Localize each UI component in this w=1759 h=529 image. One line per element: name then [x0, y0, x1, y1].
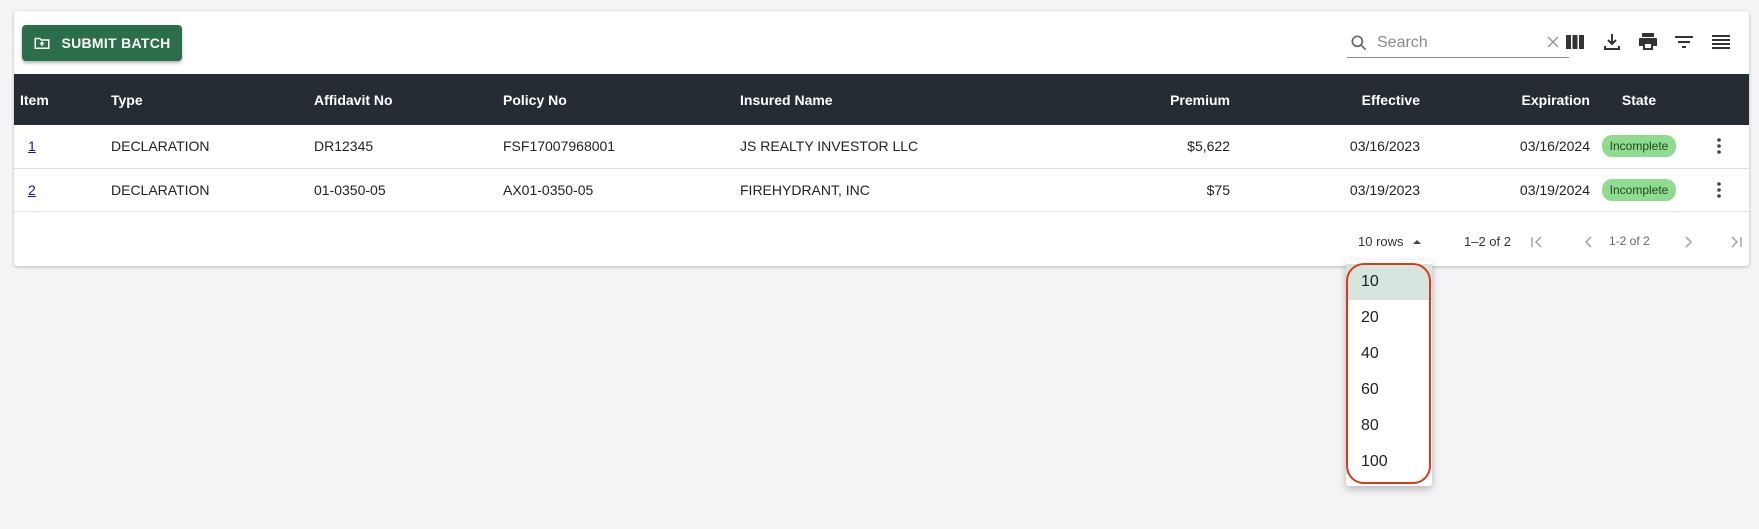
search-input[interactable]: [1377, 33, 1527, 52]
cell-affidavit: DR12345: [314, 138, 374, 155]
rows-option-80[interactable]: 80: [1346, 408, 1432, 444]
column-header-policy[interactable]: Policy No: [503, 74, 740, 125]
item-link[interactable]: 2: [28, 182, 36, 198]
rows-per-page-select[interactable]: 10 rows: [1358, 234, 1422, 249]
pagination-range: 1–2 of 2: [1464, 234, 1511, 249]
cell-policy: FSF17007968001: [503, 138, 616, 155]
filter-icon[interactable]: [1672, 30, 1696, 54]
pagination-range-secondary: 1-2 of 2: [1609, 234, 1650, 248]
column-header-state[interactable]: State: [1590, 74, 1688, 125]
grid-toolbar: SUBMIT BATCH: [14, 11, 1749, 74]
print-icon[interactable]: [1636, 30, 1660, 54]
cell-insured: FIREHYDRANT, INC: [740, 181, 870, 198]
table-row: 1 DECLARATION DR12345 FSF17007968001 JS …: [14, 125, 1749, 168]
arrow-up-icon: [1412, 239, 1421, 244]
cell-expiration: 03/19/2024: [1519, 181, 1590, 198]
status-badge: Incomplete: [1601, 178, 1677, 201]
status-badge: Incomplete: [1601, 135, 1677, 158]
column-header-affidavit[interactable]: Affidavit No: [314, 74, 503, 125]
cell-effective: 03/16/2023: [1349, 138, 1420, 155]
search-icon: [1351, 35, 1367, 50]
rows-option-20[interactable]: 20: [1346, 300, 1432, 336]
table-header-row: Item Type Affidavit No Policy No Insured…: [14, 74, 1749, 125]
first-page-icon[interactable]: [1527, 232, 1547, 252]
data-grid-card: SUBMIT BATCH Search Item Type Affidavit …: [14, 11, 1749, 266]
batch-table: Item Type Affidavit No Policy No Insured…: [14, 74, 1749, 212]
more-vert-icon[interactable]: [1709, 136, 1729, 156]
rows-option-60[interactable]: 60: [1346, 372, 1432, 408]
cell-premium: $75: [1206, 181, 1230, 198]
column-header-item[interactable]: Item: [14, 74, 111, 125]
previous-page-icon[interactable]: [1579, 232, 1599, 252]
column-header-insured[interactable]: Insured Name: [740, 74, 980, 125]
column-header-actions: [1688, 74, 1749, 125]
item-link[interactable]: 1: [28, 138, 36, 154]
rows-option-40[interactable]: 40: [1346, 336, 1432, 372]
column-header-type[interactable]: Type: [111, 74, 314, 125]
menu-icon[interactable]: [1709, 30, 1733, 54]
clear-icon[interactable]: [1545, 34, 1561, 50]
column-header-premium[interactable]: Premium: [980, 74, 1230, 125]
download-icon[interactable]: [1600, 30, 1624, 54]
rows-per-page-menu: 10 20 40 60 80 100: [1346, 260, 1432, 486]
cell-policy: AX01-0350-05: [503, 181, 594, 198]
search-field[interactable]: [1347, 28, 1569, 58]
next-page-icon[interactable]: [1678, 232, 1698, 252]
column-header-expiration[interactable]: Expiration: [1420, 74, 1590, 125]
cell-affidavit: 01-0350-05: [314, 181, 386, 198]
more-vert-icon[interactable]: [1709, 180, 1729, 200]
column-header-effective[interactable]: Effective: [1230, 74, 1420, 125]
cell-premium: $5,622: [1187, 138, 1230, 155]
cell-type: DECLARATION: [111, 181, 210, 198]
cell-expiration: 03/16/2024: [1519, 138, 1590, 155]
cell-effective: 03/19/2023: [1349, 181, 1420, 198]
cell-type: DECLARATION: [111, 138, 210, 155]
cell-insured: JS REALTY INVESTOR LLC: [740, 138, 919, 155]
table-row: 2 DECLARATION 01-0350-05 AX01-0350-05 FI…: [14, 168, 1749, 211]
view-column-icon[interactable]: [1563, 30, 1587, 54]
last-page-icon[interactable]: [1726, 232, 1746, 252]
rows-per-page-label: 10 rows: [1358, 234, 1404, 249]
submit-batch-label: SUBMIT BATCH: [61, 35, 171, 51]
folder-upload-icon: [34, 37, 50, 49]
pagination-bar: 10 rows 1–2 of 2 1-2 of 2: [14, 214, 1749, 264]
rows-option-100[interactable]: 100: [1346, 444, 1432, 480]
submit-batch-button[interactable]: SUBMIT BATCH: [22, 25, 182, 61]
rows-option-10[interactable]: 10: [1346, 264, 1432, 300]
